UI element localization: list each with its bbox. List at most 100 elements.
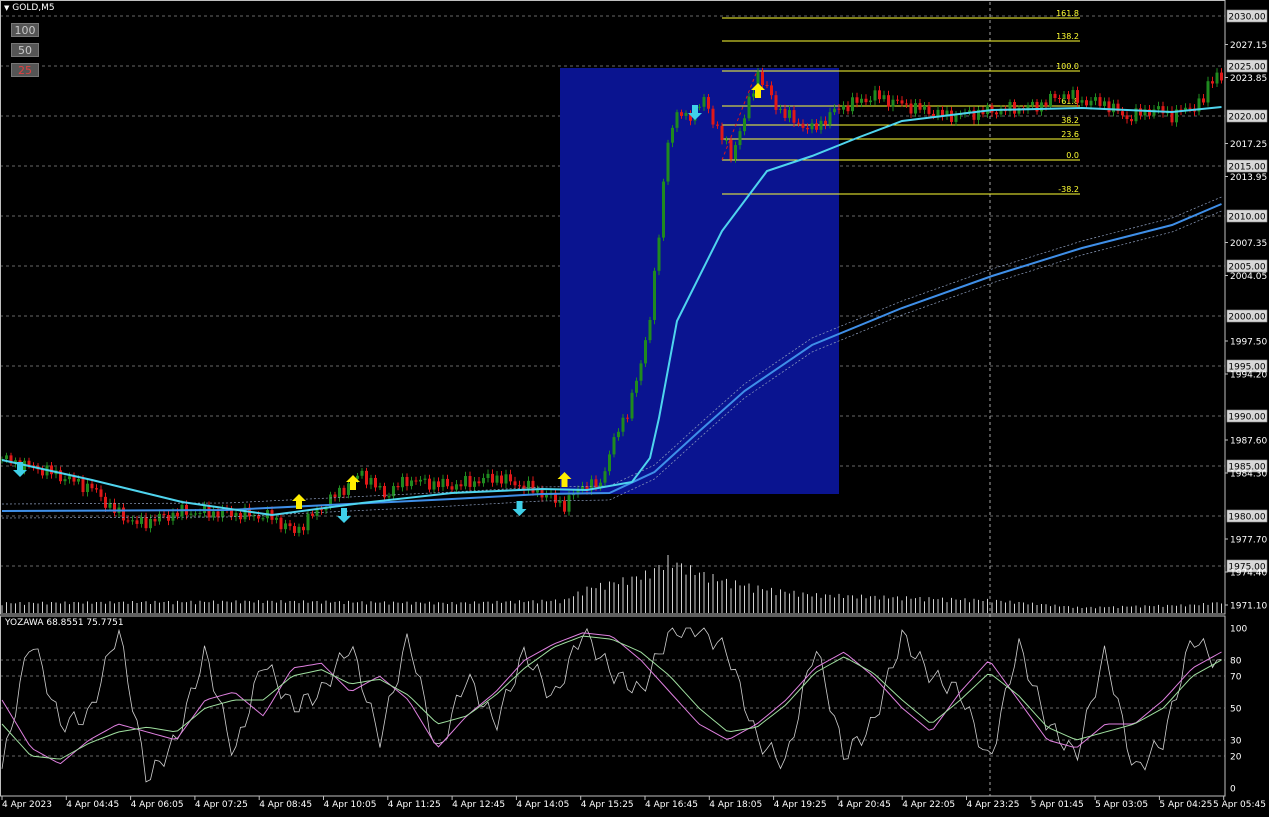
candle-body bbox=[302, 526, 305, 531]
candle-body bbox=[891, 99, 895, 107]
price-tick-label: 2027.15 bbox=[1230, 41, 1267, 51]
candle-body bbox=[617, 431, 620, 438]
candle-body bbox=[887, 95, 890, 107]
candle-body bbox=[1220, 72, 1223, 81]
candle-body bbox=[1053, 93, 1057, 98]
time-tick-label: 5 Apr 04:25 bbox=[1159, 800, 1212, 810]
oscillator-tick-label: 20 bbox=[1230, 753, 1242, 763]
candle-body bbox=[612, 437, 616, 455]
candle-body bbox=[621, 417, 625, 432]
oscillator-tick-label: 50 bbox=[1230, 705, 1242, 715]
candle-body bbox=[783, 108, 787, 118]
candle-body bbox=[738, 131, 742, 146]
fib-level-label: 138.2 bbox=[1056, 32, 1079, 41]
candle-body bbox=[666, 142, 670, 182]
candle-body bbox=[918, 103, 922, 110]
candle-body bbox=[792, 110, 796, 123]
candle-body bbox=[410, 480, 413, 487]
time-tick-label: 4 Apr 14:05 bbox=[516, 800, 569, 810]
candle-body bbox=[1080, 100, 1084, 103]
candle-body bbox=[81, 478, 85, 493]
candle-body bbox=[1206, 81, 1210, 103]
candle-body bbox=[365, 470, 368, 485]
candle-body bbox=[194, 513, 197, 515]
zoom-button-25[interactable]: 25 bbox=[11, 63, 39, 77]
candle-body bbox=[468, 476, 472, 487]
candle-body bbox=[131, 520, 134, 522]
candle-body bbox=[1107, 101, 1111, 113]
candle-body bbox=[545, 494, 548, 498]
candle-body bbox=[342, 487, 346, 495]
candle-body bbox=[401, 476, 404, 488]
time-tick-label: 4 Apr 08:45 bbox=[259, 800, 312, 810]
price-tick-label: 1977.70 bbox=[1230, 536, 1267, 546]
candle-body bbox=[405, 476, 409, 487]
candle-body bbox=[5, 455, 8, 459]
oscillator-label: YOZAWA 68.8551 75.7751 bbox=[5, 618, 124, 628]
candle-body bbox=[680, 112, 683, 116]
candle-body bbox=[707, 97, 710, 109]
time-tick-label: 4 Apr 18:05 bbox=[709, 800, 762, 810]
candle-body bbox=[333, 494, 337, 498]
candle-body bbox=[86, 483, 89, 493]
candle-body bbox=[473, 481, 476, 487]
candle-body bbox=[491, 473, 494, 483]
candle-body bbox=[720, 125, 724, 141]
candle-body bbox=[437, 481, 440, 488]
candle-body bbox=[509, 474, 512, 482]
zoom-button-100[interactable]: 100 bbox=[11, 23, 39, 37]
zoom-button-50[interactable]: 50 bbox=[11, 43, 39, 57]
candle-body bbox=[135, 520, 139, 524]
candle-body bbox=[1139, 108, 1142, 116]
symbol-label[interactable]: ▼ GOLD,M5 bbox=[4, 3, 55, 13]
candle-body bbox=[167, 514, 170, 521]
candle-body bbox=[423, 478, 427, 480]
candle-body bbox=[311, 513, 314, 516]
candle-body bbox=[635, 380, 638, 393]
chart-canvas[interactable]: 161.8138.2100.061.838.223.60.0-38.2 2030… bbox=[0, 0, 1269, 813]
candle-body bbox=[77, 478, 80, 482]
candle-body bbox=[95, 488, 98, 490]
candle-body bbox=[378, 485, 382, 488]
time-tick-label: 4 Apr 22:05 bbox=[902, 800, 955, 810]
candle-body bbox=[662, 181, 665, 238]
candle-body bbox=[504, 474, 508, 484]
candle-body bbox=[459, 484, 463, 487]
candle-body bbox=[684, 112, 688, 116]
candle-body bbox=[995, 112, 998, 115]
price-tick-label: 2004.05 bbox=[1230, 272, 1267, 282]
candle-body bbox=[419, 479, 422, 482]
price-tick-label: 1987.60 bbox=[1230, 437, 1267, 447]
candle-body bbox=[387, 496, 391, 498]
candle-body bbox=[356, 475, 359, 479]
candle-body bbox=[846, 105, 850, 112]
candle-body bbox=[1094, 97, 1097, 101]
candle-body bbox=[482, 477, 485, 484]
candle-body bbox=[140, 517, 143, 524]
candle-body bbox=[428, 478, 431, 490]
candle-body bbox=[396, 486, 400, 488]
price-tag-label: 2015.00 bbox=[1228, 163, 1265, 173]
candle-body bbox=[234, 513, 238, 517]
time-tick-label: 4 Apr 23:25 bbox=[967, 800, 1020, 810]
menu-triangle-icon[interactable]: ▼ bbox=[4, 4, 9, 12]
candle-body bbox=[1076, 90, 1079, 103]
candle-body bbox=[567, 495, 571, 512]
candle-body bbox=[657, 237, 661, 271]
candle-body bbox=[126, 520, 130, 522]
candle-body bbox=[432, 481, 436, 490]
candle-body bbox=[144, 517, 148, 529]
candle-body bbox=[1085, 100, 1088, 106]
candle-body bbox=[149, 518, 152, 529]
price-tag-label: 2025.00 bbox=[1228, 63, 1265, 73]
candle-body bbox=[261, 518, 265, 520]
candle-body bbox=[630, 392, 634, 419]
time-tick-label: 4 Apr 07:25 bbox=[195, 800, 248, 810]
candle-body bbox=[810, 123, 814, 130]
price-tag-label: 1990.00 bbox=[1228, 413, 1265, 423]
candle-body bbox=[1188, 107, 1192, 109]
candle-body bbox=[882, 95, 886, 100]
candle-body bbox=[806, 127, 809, 130]
candle-body bbox=[729, 139, 733, 160]
candle-body bbox=[765, 85, 769, 87]
